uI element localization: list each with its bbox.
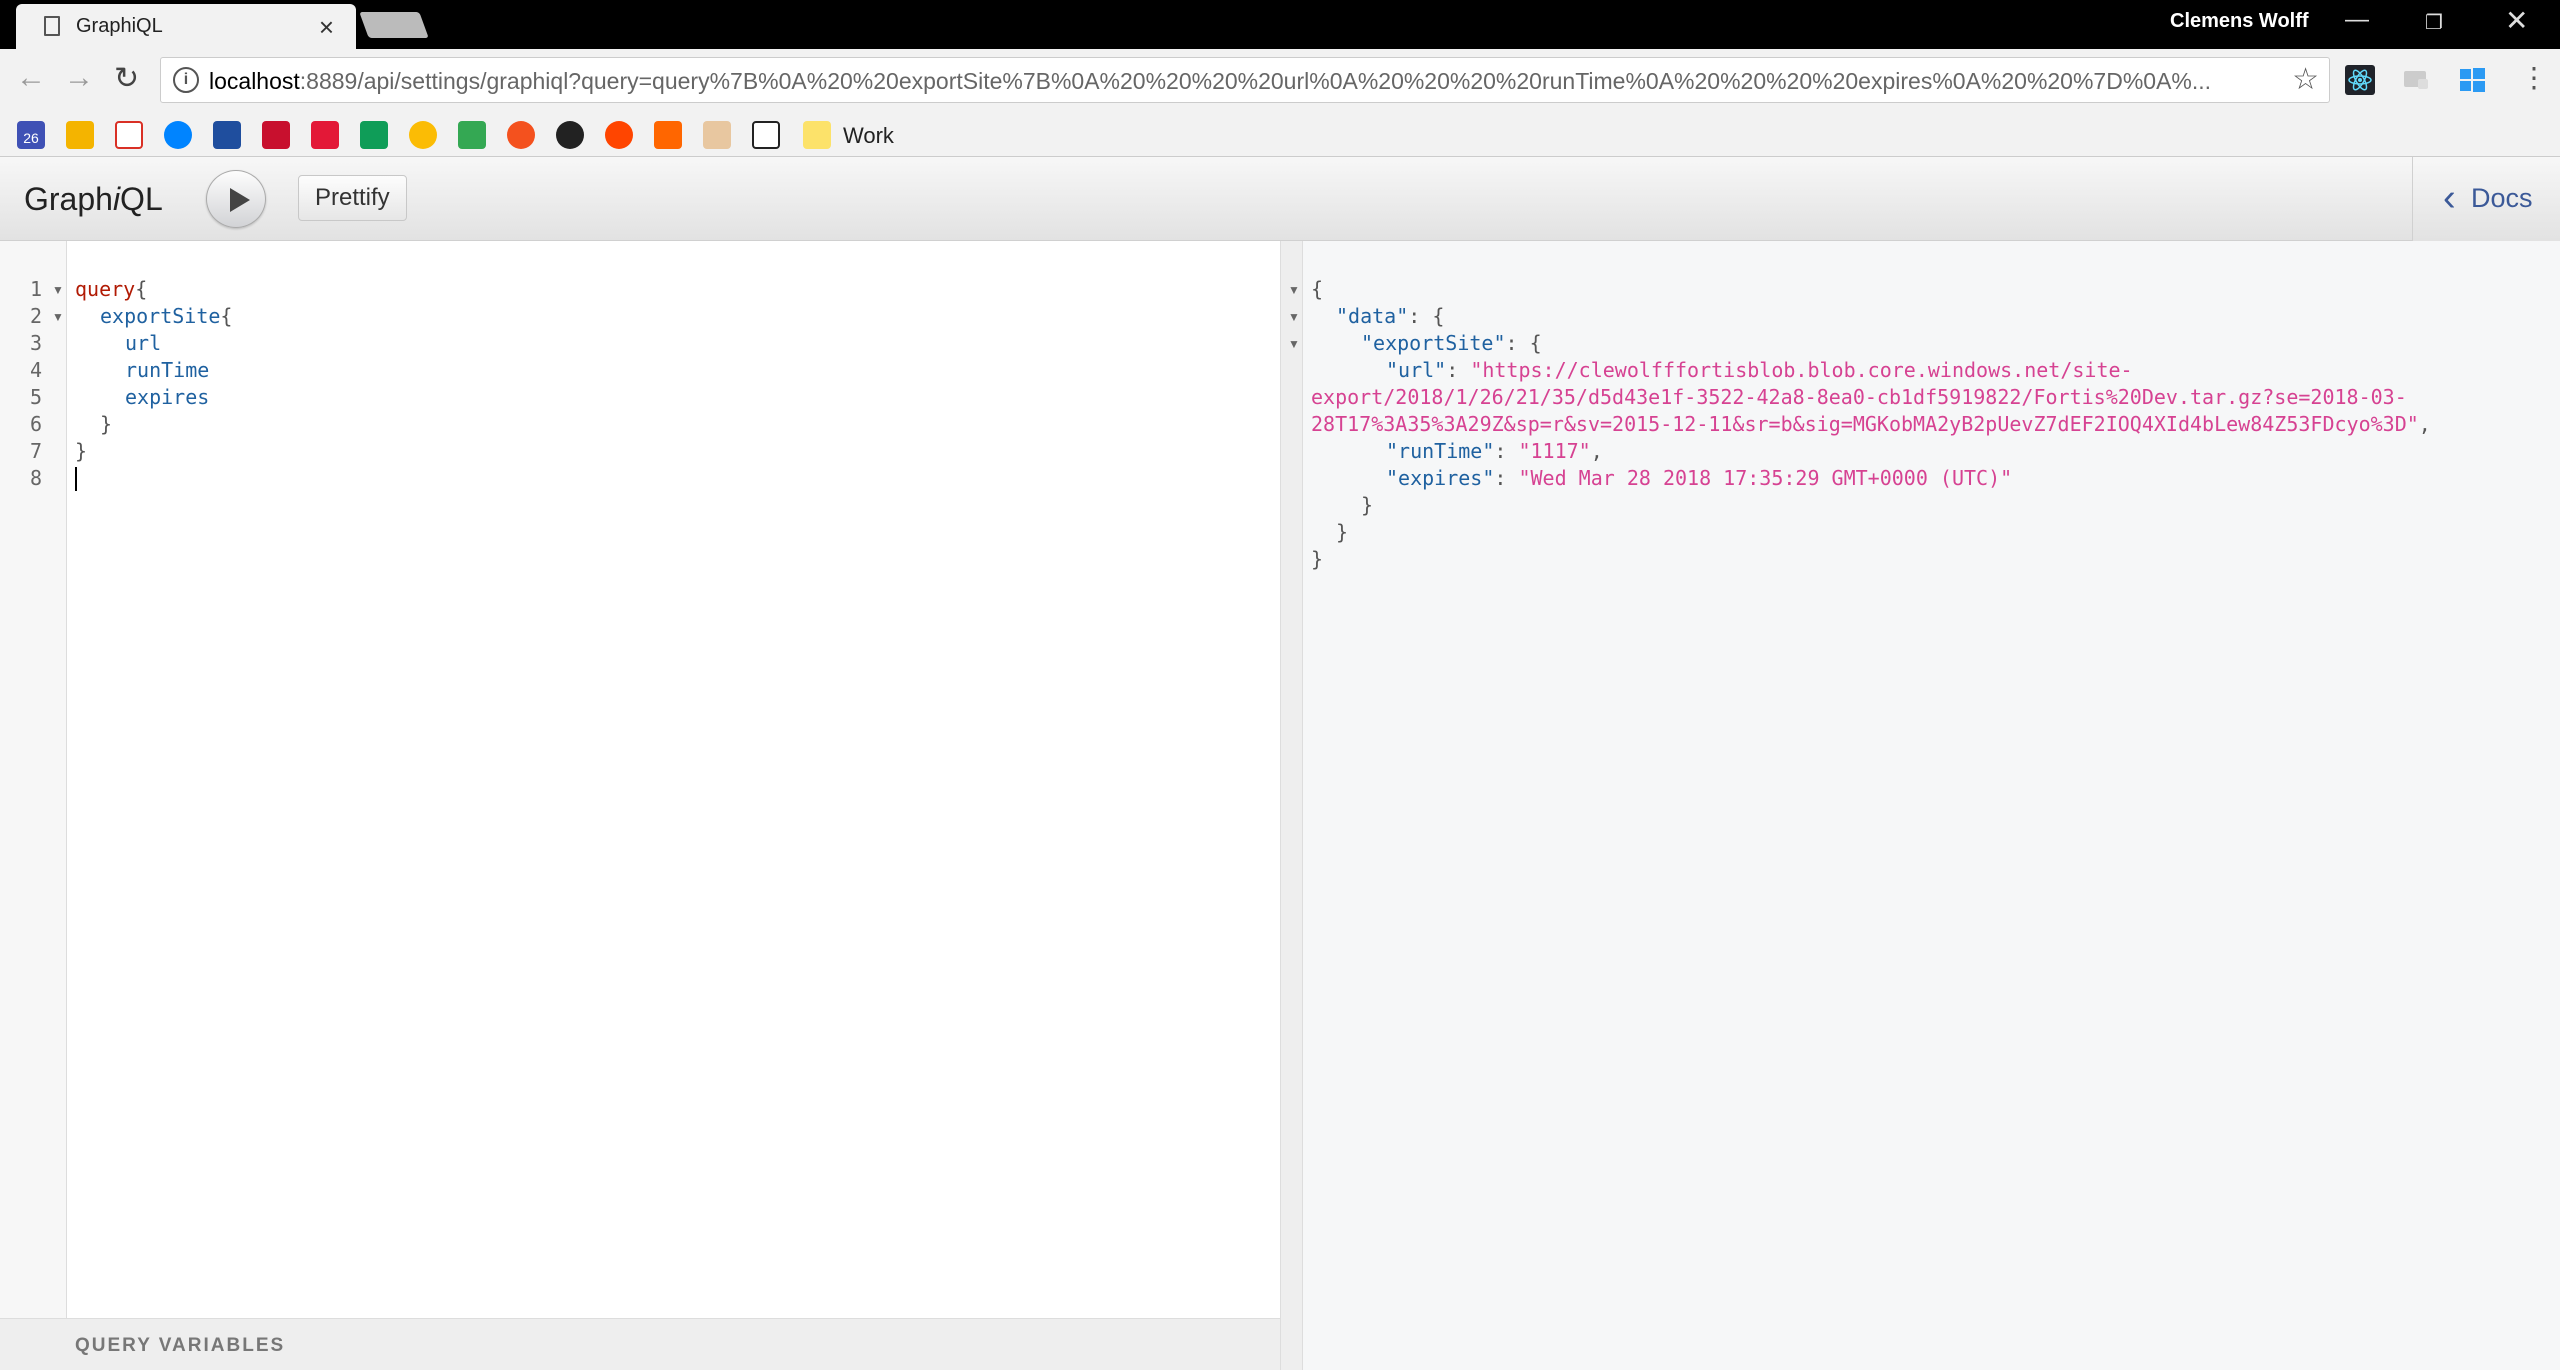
code-line: } (75, 439, 88, 463)
reload-icon[interactable]: ↻ (114, 61, 139, 96)
code-line: runTime (125, 358, 210, 382)
bank-bookmark-icon[interactable] (311, 121, 339, 149)
gmail-bookmark-icon[interactable] (115, 121, 143, 149)
window-titlebar: GraphiQL × Clemens Wolff — ❐ ✕ (0, 0, 2560, 49)
keep-bookmark-icon[interactable] (66, 121, 94, 149)
vivaldi-bookmark-icon[interactable] (262, 121, 290, 149)
browser-toolbar: ← → ↻ i localhost:8889/api/settings/grap… (0, 49, 2560, 113)
result-line: } (1361, 493, 1374, 517)
fold-arrow-icon[interactable]: ▼ (1288, 283, 1300, 297)
result-line: { (1311, 277, 1324, 301)
text-cursor (75, 467, 77, 491)
result-line: "exportSite": { (1361, 331, 1542, 355)
result-line: "data": { (1336, 304, 1445, 328)
query-variables-bar[interactable]: QUERY VARIABLES (0, 1318, 1280, 1370)
line-number: 6 (30, 412, 43, 436)
new-tab-button[interactable] (359, 12, 429, 38)
window-close-icon[interactable]: ✕ (2505, 4, 2528, 37)
play-bookmark-icon[interactable] (458, 121, 486, 149)
page-icon (44, 16, 60, 36)
result-line: "runTime": "1117", (1386, 439, 1603, 463)
tab-close-icon[interactable]: × (319, 12, 334, 43)
messenger-bookmark-icon[interactable] (164, 121, 192, 149)
reddit-bookmark-icon[interactable] (605, 121, 633, 149)
tab-title: GraphiQL (76, 15, 163, 37)
query-editor[interactable]: 1 ▼ 2 ▼ 3 4 5 6 7 8 query{ exportSite{ u… (0, 241, 1280, 1318)
avatar-bookmark-icon[interactable] (703, 121, 731, 149)
result-line: export/2018/1/26/21/35/d5d43e1f-3522-42a… (1311, 385, 2407, 409)
line-number: 2 (30, 304, 43, 328)
code-line: expires (125, 385, 210, 409)
calendar-bookmark-icon[interactable]: 26 (17, 121, 45, 149)
result-line: 28T17%3A35%3A29Z&sp=r&sv=2015-12-11&sr=b… (1311, 412, 2431, 436)
fold-arrow-icon[interactable]: ▼ (1288, 337, 1300, 351)
windows-extension-icon[interactable] (2457, 65, 2487, 95)
drive-bookmark-icon[interactable] (360, 121, 388, 149)
music-bookmark-icon[interactable] (507, 121, 535, 149)
folder-icon[interactable] (803, 121, 831, 149)
bookmark-folder-work[interactable]: Work (843, 123, 894, 149)
photos-bookmark-icon[interactable] (409, 121, 437, 149)
cast-extension-icon[interactable] (2401, 65, 2431, 95)
fold-arrow-icon[interactable]: ▼ (52, 283, 64, 297)
bookmark-star-icon[interactable]: ☆ (2292, 62, 2319, 97)
execute-query-button[interactable] (206, 170, 266, 228)
result-line: "url": "https://clewolfffortisblob.blob.… (1386, 358, 2133, 382)
line-number: 3 (30, 331, 43, 355)
result-viewer: { "data": { "exportSite": { "url": "http… (1303, 241, 2560, 1370)
line-number: 5 (30, 385, 43, 409)
menu-icon[interactable]: ⋮ (2520, 61, 2548, 94)
line-number: 7 (30, 439, 43, 463)
line-number: 4 (30, 358, 43, 382)
pane-divider[interactable]: ▼ ▼ ▼ (1280, 241, 1303, 1370)
browser-tab[interactable]: GraphiQL × (16, 4, 356, 49)
docs-button[interactable]: ‹ Docs (2412, 157, 2560, 241)
code-line: exportSite{ (100, 304, 233, 328)
back-icon[interactable]: ← (16, 61, 46, 95)
url-text: localhost:8889/api/settings/graphiql?que… (209, 68, 2212, 94)
line-number-gutter: 1 ▼ 2 ▼ 3 4 5 6 7 8 (0, 241, 67, 1318)
result-line: "expires": "Wed Mar 28 2018 17:35:29 GMT… (1386, 466, 2013, 490)
docs-label: Docs (2471, 183, 2533, 213)
result-line: } (1336, 520, 1349, 544)
profile-name[interactable]: Clemens Wolff (2170, 10, 2309, 33)
chevron-left-icon: ‹ (2443, 177, 2456, 219)
fold-arrow-icon[interactable]: ▼ (1288, 310, 1300, 324)
forward-icon[interactable]: → (64, 61, 94, 95)
hackernews-bookmark-icon[interactable] (654, 121, 682, 149)
restore-icon[interactable]: ❐ (2425, 10, 2443, 35)
address-bar[interactable]: i localhost:8889/api/settings/graphiql?q… (160, 57, 2330, 103)
prettify-button[interactable]: Prettify (298, 175, 407, 221)
graphiql-topbar: GraphiQL Prettify ‹ Docs (0, 157, 2560, 241)
line-number: 1 (30, 277, 43, 301)
result-line: } (1311, 547, 1324, 571)
dkb-bookmark-icon[interactable] (213, 121, 241, 149)
bookmarks-bar: 26 Work (0, 113, 2560, 157)
github-bookmark-icon[interactable] (556, 121, 584, 149)
people-bookmark-icon[interactable] (752, 121, 780, 149)
line-number: 8 (30, 466, 43, 490)
graphiql-title: GraphiQL (24, 181, 163, 217)
minimize-icon[interactable]: — (2345, 6, 2369, 34)
code-line: url (125, 331, 162, 355)
fold-arrow-icon[interactable]: ▼ (52, 310, 64, 324)
code-line: query{ (75, 277, 148, 301)
react-devtools-icon[interactable] (2345, 65, 2375, 95)
code-line: } (100, 412, 113, 436)
query-variables-label: QUERY VARIABLES (75, 1335, 286, 1356)
info-icon[interactable]: i (173, 67, 199, 93)
